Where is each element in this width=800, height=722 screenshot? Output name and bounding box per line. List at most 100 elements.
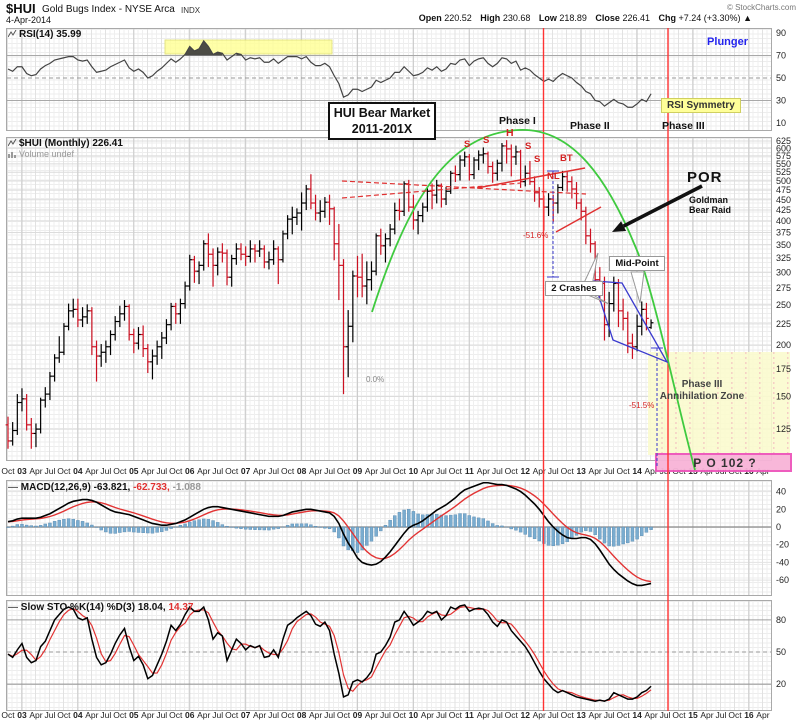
svg-text:40: 40 (776, 487, 786, 497)
svg-text:225: 225 (776, 319, 791, 329)
svg-text:Jul: Jul (436, 710, 447, 720)
svg-text:Apr: Apr (309, 710, 322, 720)
low-label: Low (538, 13, 557, 23)
svg-text:05: 05 (129, 466, 139, 476)
chart-date: 4-Apr-2014 (6, 15, 52, 25)
svg-text:Oct: Oct (728, 466, 742, 476)
svg-text:Apr: Apr (141, 710, 154, 720)
svg-text:275: 275 (776, 283, 791, 293)
svg-text:375: 375 (776, 227, 791, 237)
svg-text:Jul: Jul (380, 710, 391, 720)
stockcharts-hui-monthly-chart: 90 70 50 30 10 625 600 575 550 525 500 475 450 425 400… (0, 0, 800, 722)
svg-text:Oct: Oct (393, 466, 407, 476)
svg-text:Apr: Apr (85, 466, 98, 476)
svg-text:Jul: Jul (716, 466, 727, 476)
svg-text:80: 80 (776, 615, 786, 625)
svg-text:200: 200 (776, 340, 791, 350)
svg-text:575: 575 (776, 151, 791, 161)
svg-text:16: 16 (744, 710, 754, 720)
price-panel (6, 137, 772, 461)
svg-text:Oct: Oct (281, 466, 295, 476)
svg-text:Apr: Apr (477, 466, 490, 476)
svg-text:Oct: Oct (672, 710, 686, 720)
quote-bar: Open 220.52 High 230.68 Low 218.89 Close… (419, 13, 752, 23)
svg-text:Apr: Apr (421, 466, 434, 476)
open-value: 220.52 (444, 13, 472, 23)
svg-text:08: 08 (297, 466, 307, 476)
svg-text:300: 300 (776, 267, 791, 277)
svg-text:12: 12 (521, 466, 531, 476)
svg-text:30: 30 (776, 96, 786, 106)
svg-text:11: 11 (465, 710, 474, 720)
svg-text:Oct: Oct (393, 710, 407, 720)
svg-text:Jul: Jul (660, 710, 671, 720)
svg-text:Oct: Oct (225, 710, 239, 720)
svg-text:Apr: Apr (700, 466, 713, 476)
svg-text:Oct: Oct (672, 466, 686, 476)
svg-text:Jul: Jul (492, 710, 503, 720)
svg-text:175: 175 (776, 364, 791, 374)
svg-text:Jul: Jul (492, 466, 503, 476)
chg-value: +7.24 (+3.30%) (678, 13, 741, 23)
svg-text:Jul: Jul (156, 466, 167, 476)
svg-text:Oct: Oct (169, 710, 183, 720)
svg-text:Jul: Jul (45, 466, 56, 476)
svg-text:07: 07 (241, 466, 251, 476)
svg-text:Oct: Oct (449, 466, 463, 476)
svg-text:125: 125 (776, 424, 791, 434)
svg-text:Jul: Jul (436, 466, 447, 476)
svg-text:90: 90 (776, 28, 786, 38)
svg-text:Jul: Jul (660, 466, 671, 476)
svg-text:Oct: Oct (561, 466, 575, 476)
svg-text:Jul: Jul (716, 710, 727, 720)
svg-text:Apr: Apr (644, 466, 657, 476)
svg-text:13: 13 (576, 466, 586, 476)
svg-text:Apr: Apr (141, 466, 154, 476)
svg-text:Jul: Jul (100, 710, 111, 720)
stochastic-panel (6, 600, 772, 711)
svg-text:Apr: Apr (309, 466, 322, 476)
svg-text:15: 15 (688, 466, 698, 476)
exchange-code: INDX (181, 6, 201, 15)
svg-text:Jul: Jul (380, 466, 391, 476)
svg-text:16: 16 (744, 466, 754, 476)
svg-text:Oct: Oct (113, 466, 127, 476)
svg-text:Jul: Jul (604, 466, 615, 476)
svg-text:-60: -60 (776, 575, 789, 585)
svg-text:Apr: Apr (756, 710, 769, 720)
svg-text:06: 06 (185, 710, 195, 720)
svg-text:Oct: Oct (561, 710, 575, 720)
svg-text:Jul: Jul (212, 710, 223, 720)
svg-text:Apr: Apr (700, 710, 713, 720)
svg-text:Apr: Apr (533, 710, 546, 720)
svg-text:05: 05 (129, 710, 139, 720)
svg-text:04: 04 (73, 466, 83, 476)
svg-text:600: 600 (776, 143, 791, 153)
svg-text:Oct: Oct (113, 710, 127, 720)
rsi-panel (6, 28, 772, 131)
svg-text:Apr: Apr (253, 466, 266, 476)
svg-text:550: 550 (776, 159, 791, 169)
svg-text:03: 03 (17, 710, 27, 720)
svg-text:Oct: Oct (1, 466, 15, 476)
index-name: Gold Bugs Index - NYSE Arca (42, 4, 175, 15)
svg-text:03: 03 (17, 466, 27, 476)
svg-text:425: 425 (776, 205, 791, 215)
svg-text:70: 70 (776, 51, 786, 61)
svg-text:Jul: Jul (324, 466, 335, 476)
svg-text:09: 09 (353, 710, 363, 720)
svg-text:14: 14 (632, 710, 642, 720)
svg-text:Oct: Oct (337, 710, 351, 720)
chg-up-icon: ▲ (743, 13, 752, 23)
svg-text:Jul: Jul (100, 466, 111, 476)
svg-text:04: 04 (73, 710, 83, 720)
svg-text:Jul: Jul (324, 710, 335, 720)
svg-text:Apr: Apr (197, 710, 210, 720)
svg-text:08: 08 (297, 710, 307, 720)
svg-text:Oct: Oct (337, 466, 351, 476)
svg-text:50: 50 (776, 73, 786, 83)
svg-text:625: 625 (776, 136, 791, 146)
svg-text:Apr: Apr (756, 466, 769, 476)
high-label: High (480, 13, 501, 23)
svg-text:Oct: Oct (281, 710, 295, 720)
